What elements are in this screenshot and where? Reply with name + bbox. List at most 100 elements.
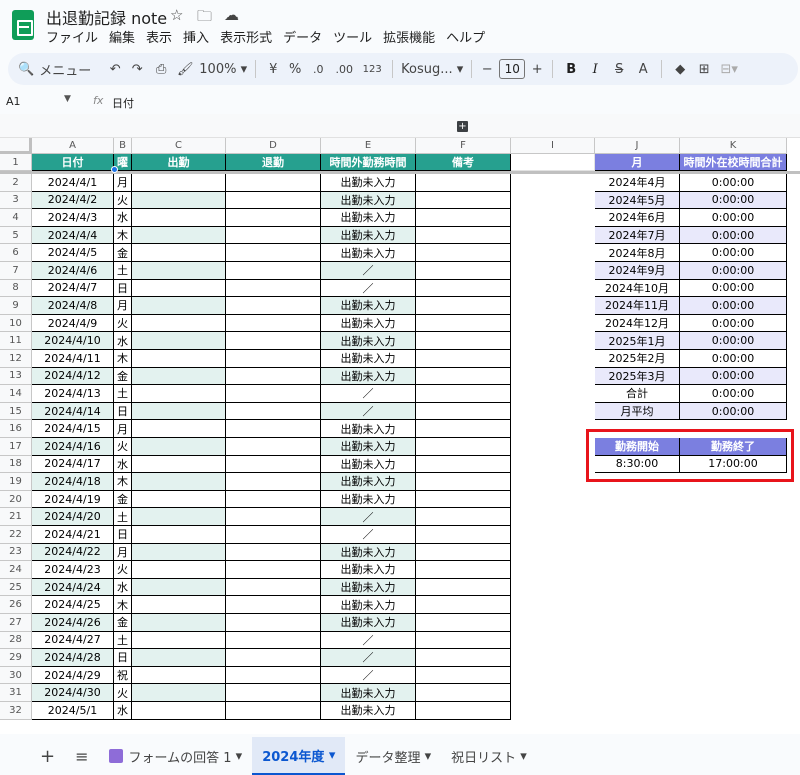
notes-cell[interactable] — [416, 279, 511, 298]
column-header-c[interactable]: C — [132, 138, 226, 154]
header-cell-month[interactable]: 月 — [595, 154, 680, 171]
column-header-a[interactable]: A — [32, 138, 114, 154]
clock-in-cell[interactable] — [132, 578, 226, 597]
summary-month-cell[interactable]: 月平均 — [595, 402, 680, 421]
overtime-cell[interactable]: ／ — [321, 508, 416, 526]
notes-cell[interactable] — [416, 614, 511, 632]
sheets-logo-icon[interactable] — [12, 10, 34, 40]
weekday-cell[interactable]: 日 — [114, 402, 132, 421]
row-header[interactable]: 20 — [0, 490, 32, 509]
summary-total-cell[interactable]: 0:00:00 — [680, 297, 787, 315]
date-cell[interactable]: 2024/4/15 — [32, 420, 114, 438]
weekday-cell[interactable]: 金 — [114, 244, 132, 262]
weekday-cell[interactable]: 水 — [114, 578, 132, 597]
clock-in-cell[interactable] — [132, 174, 226, 192]
clock-out-cell[interactable] — [226, 332, 321, 350]
row-header[interactable]: 12 — [0, 350, 32, 368]
weekday-cell[interactable]: 日 — [114, 649, 132, 667]
date-cell[interactable]: 2024/4/29 — [32, 666, 114, 685]
clock-in-cell[interactable] — [132, 438, 226, 456]
date-cell[interactable]: 2024/4/18 — [32, 473, 114, 491]
row-header[interactable]: 23 — [0, 543, 32, 562]
overtime-cell[interactable]: 出勤未入力 — [321, 578, 416, 597]
summary-month-cell[interactable]: 2024年8月 — [595, 244, 680, 262]
weekday-cell[interactable]: 水 — [114, 702, 132, 720]
row-header[interactable]: 19 — [0, 473, 32, 491]
clock-in-cell[interactable] — [132, 262, 226, 280]
menu-search[interactable]: 🔍 メニュー — [18, 60, 91, 79]
clock-in-cell[interactable] — [132, 455, 226, 474]
text-color-icon[interactable]: A — [631, 57, 655, 81]
notes-cell[interactable] — [416, 191, 511, 210]
notes-cell[interactable] — [416, 209, 511, 227]
overtime-cell[interactable]: ／ — [321, 649, 416, 667]
date-cell[interactable]: 2024/4/14 — [32, 402, 114, 421]
chevron-down-icon[interactable]: ▼ — [64, 94, 71, 104]
summary-total-cell[interactable]: 0:00:00 — [680, 226, 787, 245]
clock-out-cell[interactable] — [226, 314, 321, 333]
clock-in-cell[interactable] — [132, 561, 226, 579]
clock-out-cell[interactable] — [226, 279, 321, 298]
decrease-decimal-button[interactable]: .0 — [306, 57, 330, 81]
summary-month-cell[interactable]: 2025年1月 — [595, 332, 680, 350]
clock-out-cell[interactable] — [226, 631, 321, 650]
row-header[interactable]: 17 — [0, 438, 32, 456]
weekday-cell[interactable]: 日 — [114, 526, 132, 544]
clock-out-cell[interactable] — [226, 649, 321, 667]
weekday-cell[interactable]: 土 — [114, 262, 132, 280]
date-cell[interactable]: 2024/4/27 — [32, 631, 114, 650]
clock-out-cell[interactable] — [226, 385, 321, 403]
expand-group-icon[interactable]: + — [457, 121, 468, 132]
clock-in-cell[interactable] — [132, 332, 226, 350]
date-cell[interactable]: 2024/4/17 — [32, 455, 114, 474]
clock-in-cell[interactable] — [132, 420, 226, 438]
clock-in-cell[interactable] — [132, 367, 226, 386]
summary-month-cell[interactable]: 2024年11月 — [595, 297, 680, 315]
weekday-cell[interactable]: 木 — [114, 350, 132, 368]
notes-cell[interactable] — [416, 367, 511, 386]
currency-format-button[interactable]: ¥ — [262, 57, 284, 81]
clock-in-cell[interactable] — [132, 279, 226, 298]
percent-format-button[interactable]: % — [284, 57, 306, 81]
clock-in-cell[interactable] — [132, 209, 226, 227]
summary-month-cell[interactable]: 2025年2月 — [595, 350, 680, 368]
date-cell[interactable]: 2024/4/3 — [32, 209, 114, 227]
summary-month-cell[interactable]: 2024年6月 — [595, 209, 680, 227]
weekday-cell[interactable]: 木 — [114, 596, 132, 614]
row-header[interactable]: 24 — [0, 561, 32, 579]
clock-out-cell[interactable] — [226, 508, 321, 526]
clock-out-cell[interactable] — [226, 490, 321, 509]
clock-out-cell[interactable] — [226, 684, 321, 702]
zoom-select[interactable]: 100% ▾ — [197, 57, 249, 81]
sheet-tab-2024[interactable]: 2024年度 ▾ — [252, 737, 346, 775]
notes-cell[interactable] — [416, 508, 511, 526]
row-header[interactable]: 27 — [0, 614, 32, 632]
row-header[interactable]: 14 — [0, 385, 32, 403]
notes-cell[interactable] — [416, 332, 511, 350]
date-cell[interactable]: 2024/4/5 — [32, 244, 114, 262]
clock-in-cell[interactable] — [132, 297, 226, 315]
clock-out-cell[interactable] — [226, 402, 321, 421]
menu-file[interactable]: ファイル — [46, 27, 98, 46]
weekday-cell[interactable]: 日 — [114, 279, 132, 298]
select-all-corner[interactable] — [0, 138, 32, 154]
clock-in-cell[interactable] — [132, 702, 226, 720]
clock-in-cell[interactable] — [132, 244, 226, 262]
weekday-cell[interactable]: 土 — [114, 508, 132, 526]
date-cell[interactable]: 2024/4/22 — [32, 543, 114, 562]
overtime-cell[interactable]: ／ — [321, 526, 416, 544]
header-cell-a[interactable]: 日付 — [32, 154, 114, 171]
summary-month-cell[interactable]: 2024年4月 — [595, 174, 680, 192]
weekday-cell[interactable]: 火 — [114, 561, 132, 579]
overtime-cell[interactable]: 出勤未入力 — [321, 191, 416, 210]
overtime-cell[interactable]: ／ — [321, 279, 416, 298]
notes-cell[interactable] — [416, 244, 511, 262]
notes-cell[interactable] — [416, 226, 511, 245]
summary-total-cell[interactable]: 0:00:00 — [680, 314, 787, 333]
clock-out-cell[interactable] — [226, 420, 321, 438]
row-header[interactable]: 30 — [0, 666, 32, 685]
clock-in-cell[interactable] — [132, 666, 226, 685]
header-cell-d[interactable]: 退勤 — [226, 154, 321, 171]
bold-icon[interactable]: B — [559, 57, 583, 81]
clock-in-cell[interactable] — [132, 649, 226, 667]
